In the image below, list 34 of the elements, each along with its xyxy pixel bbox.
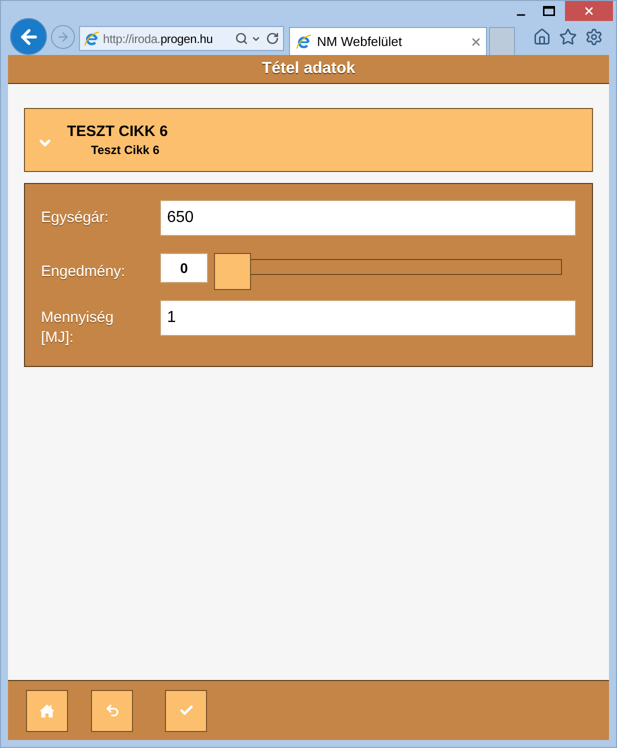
browser-tab[interactable]: NM Webfelület — [289, 27, 487, 55]
maximize-icon[interactable] — [543, 6, 555, 16]
item-title: TESZT CIKK 6 — [67, 122, 168, 142]
tab-close-icon[interactable] — [470, 36, 482, 48]
item-header[interactable]: TESZT CIKK 6 Teszt Cikk 6 — [24, 108, 593, 172]
field-label: Egységár: — [41, 208, 110, 228]
back-button[interactable] — [10, 18, 47, 55]
close-button[interactable] — [565, 1, 613, 21]
close-icon — [583, 5, 595, 17]
input-field[interactable]: 650 — [160, 200, 576, 236]
field-label: Mennyiség [MJ]: — [41, 308, 115, 348]
url-text: http://iroda.progen.hu — [103, 30, 214, 48]
letter-e-logo-icon — [296, 34, 312, 50]
confirm-button[interactable] — [165, 690, 207, 732]
home-icon[interactable] — [533, 28, 551, 46]
undo-button[interactable] — [91, 690, 133, 732]
field-label: Engedmény: — [41, 262, 126, 282]
undo-icon — [104, 703, 120, 718]
favorites-star-icon[interactable] — [559, 28, 577, 46]
home-button[interactable] — [26, 690, 68, 732]
letter-e-logo-icon — [84, 30, 100, 46]
home-icon — [39, 704, 55, 718]
tab-title: NM Webfelület — [317, 32, 404, 51]
settings-icon[interactable] — [585, 28, 603, 46]
input-field[interactable]: 1 — [160, 300, 576, 336]
refresh-icon[interactable] — [266, 32, 279, 45]
address-bar[interactable]: http://iroda.progen.hu — [79, 26, 284, 51]
slider-value-field[interactable]: 0 — [160, 253, 208, 283]
checkmark-icon — [178, 703, 194, 718]
page-title: Tétel adatok — [262, 59, 356, 79]
item-subtitle: Teszt Cikk 6 — [91, 142, 160, 158]
slider-thumb[interactable] — [214, 253, 251, 290]
slider-track[interactable] — [214, 253, 562, 290]
search-icon[interactable] — [235, 32, 248, 45]
